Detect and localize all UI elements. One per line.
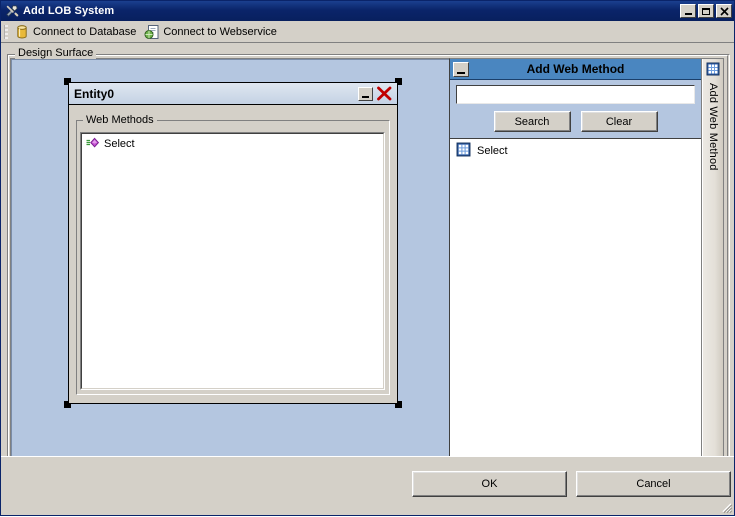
list-item-label: Select xyxy=(104,138,135,150)
connect-to-database-label: Connect to Database xyxy=(33,25,137,38)
add-web-method-panel: Add Web Method Search Clear Select xyxy=(450,59,702,494)
add-web-method-header[interactable]: Add Web Method xyxy=(450,59,701,80)
window-title: Add LOB System xyxy=(23,5,115,17)
method-icon xyxy=(86,137,100,152)
minimize-icon xyxy=(681,5,695,17)
vertical-tab-add-web-method[interactable]: Add Web Method xyxy=(706,62,720,171)
design-surface-label: Design Surface xyxy=(15,47,97,59)
close-icon xyxy=(717,5,731,17)
entity-node[interactable]: Entity0 Web Methods Select xyxy=(68,82,398,404)
window-controls xyxy=(680,4,732,18)
auto-hide-tab-rail: Add Web Method xyxy=(702,59,723,494)
connect-to-webservice-label: Connect to Webservice xyxy=(163,25,277,38)
clear-button[interactable]: Clear xyxy=(580,111,658,132)
minimize-button[interactable] xyxy=(680,4,696,18)
search-input[interactable] xyxy=(456,85,695,104)
entity-grid-icon xyxy=(706,62,720,79)
maximize-button[interactable] xyxy=(698,4,714,18)
entity-minimize-button[interactable] xyxy=(358,86,373,101)
ok-button[interactable]: OK xyxy=(412,471,567,497)
search-buttons: Search Clear xyxy=(456,111,695,132)
design-surface-groupbox: Design Surface Entity0 Web Methods Selec… xyxy=(7,47,730,499)
entity-grid-icon xyxy=(456,142,471,160)
design-split: Entity0 Web Methods Select Add Web Metho… xyxy=(10,58,724,495)
list-item[interactable]: Select xyxy=(450,142,701,160)
dialog-footer: OK Cancel xyxy=(1,456,734,515)
window-titlebar[interactable]: Add LOB System xyxy=(1,1,734,21)
connect-to-webservice-button[interactable]: Connect to Webservice xyxy=(142,23,283,41)
tools-icon xyxy=(4,3,20,19)
vertical-tab-label: Add Web Method xyxy=(707,83,719,171)
entity-node-title: Entity0 xyxy=(74,86,115,101)
cancel-button[interactable]: Cancel xyxy=(576,471,731,497)
toolbar-grip[interactable] xyxy=(4,24,8,39)
entity-node-body: Web Methods Select xyxy=(69,105,397,403)
resize-grip[interactable] xyxy=(719,500,733,514)
client-area: Design Surface Entity0 Web Methods Selec… xyxy=(1,43,734,515)
list-item-label: Select xyxy=(477,145,508,157)
connect-to-database-button[interactable]: Connect to Database xyxy=(12,23,142,41)
maximize-icon xyxy=(699,5,713,17)
close-button[interactable] xyxy=(716,4,732,18)
webservice-icon xyxy=(144,24,160,40)
web-methods-list-inner: Select xyxy=(81,133,384,389)
panel-minimize-button[interactable] xyxy=(453,61,469,77)
design-canvas-column: Entity0 Web Methods Select xyxy=(10,58,449,495)
add-web-method-title: Add Web Method xyxy=(526,62,625,76)
entity-node-header[interactable]: Entity0 xyxy=(69,83,397,105)
web-methods-groupbox: Web Methods Select xyxy=(76,114,390,395)
close-icon xyxy=(377,86,392,101)
entity-node-selection[interactable]: Entity0 Web Methods Select xyxy=(64,78,402,408)
database-icon xyxy=(14,24,30,40)
web-methods-list[interactable]: Select xyxy=(80,132,385,390)
main-toolbar: Connect to Database Connect to Webservic… xyxy=(1,21,734,43)
web-methods-label: Web Methods xyxy=(83,114,157,126)
search-area: Search Clear xyxy=(450,80,701,138)
web-method-results-list[interactable]: Select xyxy=(450,138,701,494)
list-item[interactable]: Select xyxy=(82,136,383,152)
add-web-method-dock: Add Web Method Search Clear Select Add W… xyxy=(449,58,724,495)
search-button[interactable]: Search xyxy=(493,111,571,132)
entity-close-button[interactable] xyxy=(375,85,394,102)
add-lob-system-window: Add LOB System Connect to Database Conne… xyxy=(0,0,735,516)
design-canvas[interactable]: Entity0 Web Methods Select xyxy=(11,59,449,470)
